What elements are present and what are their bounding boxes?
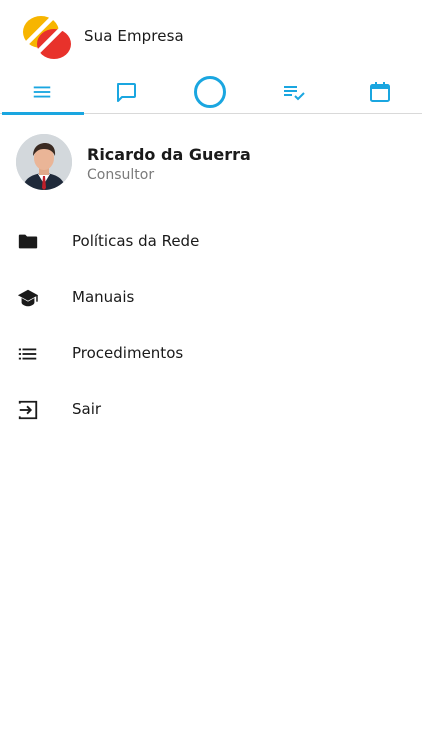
app-header: Sua Empresa xyxy=(0,0,422,70)
tab-tasks[interactable] xyxy=(252,70,336,114)
menu-item-label: Sair xyxy=(72,400,102,418)
menu-item-manuais[interactable]: Manuais xyxy=(0,270,422,326)
avatar xyxy=(16,134,72,190)
chat-bubble-icon xyxy=(117,83,136,102)
menu-item-label: Políticas da Rede xyxy=(72,232,200,250)
tab-bar xyxy=(0,70,422,115)
user-profile: Ricardo da Guerra Consultor xyxy=(0,134,422,194)
list-icon xyxy=(17,343,39,365)
tab-messages[interactable] xyxy=(84,70,168,114)
user-name: Ricardo da Guerra xyxy=(87,145,251,164)
exit-icon xyxy=(17,399,39,421)
circle-icon xyxy=(194,76,226,108)
folder-icon xyxy=(17,231,39,253)
calendar-icon xyxy=(370,82,390,102)
navigation-menu: Políticas da Rede Manuais Procedimentos … xyxy=(0,214,422,438)
hamburger-menu-icon xyxy=(33,86,51,98)
tab-home[interactable] xyxy=(168,70,252,114)
tab-calendar[interactable] xyxy=(338,70,422,114)
app-screen: Sua Empresa Ricardo da Guerra Consultor … xyxy=(0,0,422,750)
menu-item-label: Procedimentos xyxy=(72,344,184,362)
company-name: Sua Empresa xyxy=(84,27,184,45)
menu-item-politicas[interactable]: Políticas da Rede xyxy=(0,214,422,270)
user-role: Consultor xyxy=(87,167,155,183)
menu-item-sair[interactable]: Sair xyxy=(0,382,422,438)
checklist-icon xyxy=(284,86,305,101)
tab-menu[interactable] xyxy=(0,70,84,115)
company-logo xyxy=(22,14,72,60)
graduation-cap-icon xyxy=(17,287,39,309)
menu-item-label: Manuais xyxy=(72,288,135,306)
menu-item-procedimentos[interactable]: Procedimentos xyxy=(0,326,422,382)
